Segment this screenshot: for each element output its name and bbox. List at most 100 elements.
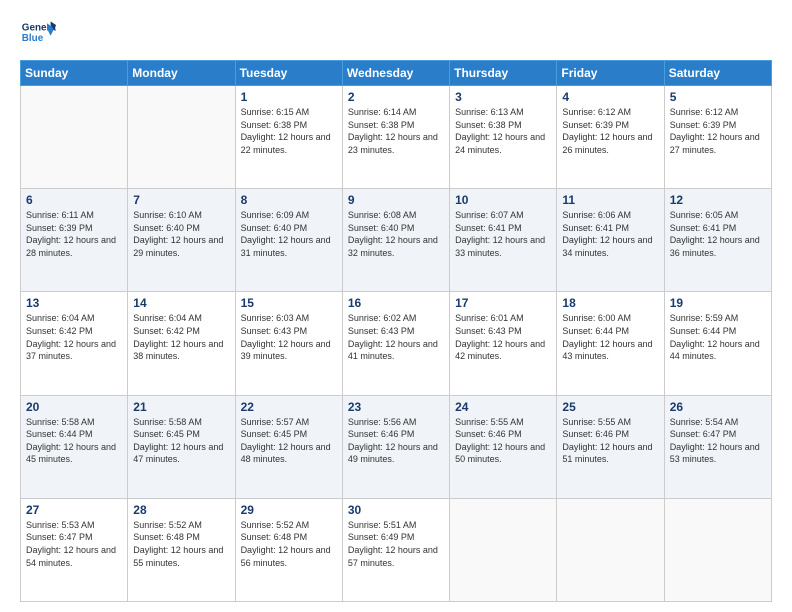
- day-info: Sunrise: 6:00 AM Sunset: 6:44 PM Dayligh…: [562, 312, 658, 362]
- svg-text:Blue: Blue: [22, 33, 44, 44]
- day-of-week-header: Monday: [128, 61, 235, 86]
- day-info: Sunrise: 5:54 AM Sunset: 6:47 PM Dayligh…: [670, 416, 766, 466]
- day-number: 21: [133, 400, 229, 414]
- day-number: 17: [455, 296, 551, 310]
- day-info: Sunrise: 5:58 AM Sunset: 6:45 PM Dayligh…: [133, 416, 229, 466]
- calendar-cell: 25 Sunrise: 5:55 AM Sunset: 6:46 PM Dayli…: [557, 395, 664, 498]
- calendar-cell: 3 Sunrise: 6:13 AM Sunset: 6:38 PM Daylig…: [450, 86, 557, 189]
- day-number: 20: [26, 400, 122, 414]
- day-info: Sunrise: 6:12 AM Sunset: 6:39 PM Dayligh…: [670, 106, 766, 156]
- day-info: Sunrise: 6:07 AM Sunset: 6:41 PM Dayligh…: [455, 209, 551, 259]
- day-of-week-header: Saturday: [664, 61, 771, 86]
- day-number: 14: [133, 296, 229, 310]
- calendar-cell: 11 Sunrise: 6:06 AM Sunset: 6:41 PM Dayli…: [557, 189, 664, 292]
- day-info: Sunrise: 6:11 AM Sunset: 6:39 PM Dayligh…: [26, 209, 122, 259]
- calendar-week-row: 13 Sunrise: 6:04 AM Sunset: 6:42 PM Dayli…: [21, 292, 772, 395]
- day-number: 6: [26, 193, 122, 207]
- calendar-cell: 21 Sunrise: 5:58 AM Sunset: 6:45 PM Dayli…: [128, 395, 235, 498]
- day-number: 24: [455, 400, 551, 414]
- calendar-cell: [450, 498, 557, 601]
- day-number: 2: [348, 90, 444, 104]
- day-of-week-header: Wednesday: [342, 61, 449, 86]
- day-info: Sunrise: 5:52 AM Sunset: 6:48 PM Dayligh…: [241, 519, 337, 569]
- day-info: Sunrise: 6:04 AM Sunset: 6:42 PM Dayligh…: [133, 312, 229, 362]
- day-info: Sunrise: 6:05 AM Sunset: 6:41 PM Dayligh…: [670, 209, 766, 259]
- page: General Blue SundayMondayTuesdayWednesda…: [0, 0, 792, 612]
- calendar-cell: 27 Sunrise: 5:53 AM Sunset: 6:47 PM Dayli…: [21, 498, 128, 601]
- day-number: 23: [348, 400, 444, 414]
- calendar-table: SundayMondayTuesdayWednesdayThursdayFrid…: [20, 60, 772, 602]
- calendar-cell: [128, 86, 235, 189]
- day-number: 26: [670, 400, 766, 414]
- day-number: 15: [241, 296, 337, 310]
- day-number: 13: [26, 296, 122, 310]
- logo: General Blue: [20, 16, 56, 52]
- calendar-cell: 29 Sunrise: 5:52 AM Sunset: 6:48 PM Dayli…: [235, 498, 342, 601]
- day-info: Sunrise: 6:08 AM Sunset: 6:40 PM Dayligh…: [348, 209, 444, 259]
- day-number: 9: [348, 193, 444, 207]
- day-info: Sunrise: 5:53 AM Sunset: 6:47 PM Dayligh…: [26, 519, 122, 569]
- calendar-cell: [664, 498, 771, 601]
- day-info: Sunrise: 5:56 AM Sunset: 6:46 PM Dayligh…: [348, 416, 444, 466]
- day-number: 5: [670, 90, 766, 104]
- day-number: 29: [241, 503, 337, 517]
- calendar-week-row: 6 Sunrise: 6:11 AM Sunset: 6:39 PM Daylig…: [21, 189, 772, 292]
- day-info: Sunrise: 5:57 AM Sunset: 6:45 PM Dayligh…: [241, 416, 337, 466]
- calendar-cell: 7 Sunrise: 6:10 AM Sunset: 6:40 PM Daylig…: [128, 189, 235, 292]
- logo-icon: General Blue: [20, 16, 56, 52]
- day-number: 27: [26, 503, 122, 517]
- calendar-week-row: 27 Sunrise: 5:53 AM Sunset: 6:47 PM Dayli…: [21, 498, 772, 601]
- calendar-cell: 13Sunrise: 6:04 AM Sunset: 6:42 PM Dayli…: [21, 292, 128, 395]
- day-number: 16: [348, 296, 444, 310]
- day-number: 11: [562, 193, 658, 207]
- calendar-cell: 1 Sunrise: 6:15 AM Sunset: 6:38 PM Daylig…: [235, 86, 342, 189]
- calendar-cell: 12 Sunrise: 6:05 AM Sunset: 6:41 PM Dayli…: [664, 189, 771, 292]
- day-number: 3: [455, 90, 551, 104]
- day-of-week-header: Tuesday: [235, 61, 342, 86]
- day-info: Sunrise: 6:01 AM Sunset: 6:43 PM Dayligh…: [455, 312, 551, 362]
- day-info: Sunrise: 6:13 AM Sunset: 6:38 PM Dayligh…: [455, 106, 551, 156]
- day-info: Sunrise: 6:06 AM Sunset: 6:41 PM Dayligh…: [562, 209, 658, 259]
- day-number: 4: [562, 90, 658, 104]
- day-number: 25: [562, 400, 658, 414]
- day-number: 28: [133, 503, 229, 517]
- day-info: Sunrise: 6:03 AM Sunset: 6:43 PM Dayligh…: [241, 312, 337, 362]
- day-of-week-header: Sunday: [21, 61, 128, 86]
- day-info: Sunrise: 6:15 AM Sunset: 6:38 PM Dayligh…: [241, 106, 337, 156]
- day-number: 8: [241, 193, 337, 207]
- day-info: Sunrise: 6:12 AM Sunset: 6:39 PM Dayligh…: [562, 106, 658, 156]
- day-info: Sunrise: 5:51 AM Sunset: 6:49 PM Dayligh…: [348, 519, 444, 569]
- day-number: 18: [562, 296, 658, 310]
- calendar-cell: 23 Sunrise: 5:56 AM Sunset: 6:46 PM Dayli…: [342, 395, 449, 498]
- day-number: 30: [348, 503, 444, 517]
- day-of-week-header: Friday: [557, 61, 664, 86]
- day-info: Sunrise: 6:14 AM Sunset: 6:38 PM Dayligh…: [348, 106, 444, 156]
- calendar-cell: 5 Sunrise: 6:12 AM Sunset: 6:39 PM Daylig…: [664, 86, 771, 189]
- day-info: Sunrise: 6:10 AM Sunset: 6:40 PM Dayligh…: [133, 209, 229, 259]
- day-number: 1: [241, 90, 337, 104]
- day-number: 10: [455, 193, 551, 207]
- header: General Blue: [20, 16, 772, 52]
- day-info: Sunrise: 6:02 AM Sunset: 6:43 PM Dayligh…: [348, 312, 444, 362]
- calendar-cell: 9 Sunrise: 6:08 AM Sunset: 6:40 PM Daylig…: [342, 189, 449, 292]
- day-info: Sunrise: 5:55 AM Sunset: 6:46 PM Dayligh…: [562, 416, 658, 466]
- day-info: Sunrise: 6:09 AM Sunset: 6:40 PM Dayligh…: [241, 209, 337, 259]
- day-info: Sunrise: 5:58 AM Sunset: 6:44 PM Dayligh…: [26, 416, 122, 466]
- calendar-cell: 26 Sunrise: 5:54 AM Sunset: 6:47 PM Dayli…: [664, 395, 771, 498]
- day-number: 19: [670, 296, 766, 310]
- calendar-cell: 18 Sunrise: 6:00 AM Sunset: 6:44 PM Dayli…: [557, 292, 664, 395]
- day-number: 7: [133, 193, 229, 207]
- calendar-cell: 8 Sunrise: 6:09 AM Sunset: 6:40 PM Daylig…: [235, 189, 342, 292]
- day-number: 12: [670, 193, 766, 207]
- calendar-cell: [21, 86, 128, 189]
- calendar-cell: 4 Sunrise: 6:12 AM Sunset: 6:39 PM Daylig…: [557, 86, 664, 189]
- calendar-cell: 16 Sunrise: 6:02 AM Sunset: 6:43 PM Dayli…: [342, 292, 449, 395]
- calendar-cell: 19 Sunrise: 5:59 AM Sunset: 6:44 PM Dayli…: [664, 292, 771, 395]
- day-info: Sunrise: 5:59 AM Sunset: 6:44 PM Dayligh…: [670, 312, 766, 362]
- calendar-header-row: SundayMondayTuesdayWednesdayThursdayFrid…: [21, 61, 772, 86]
- calendar-cell: 6 Sunrise: 6:11 AM Sunset: 6:39 PM Daylig…: [21, 189, 128, 292]
- calendar-week-row: 20 Sunrise: 5:58 AM Sunset: 6:44 PM Dayli…: [21, 395, 772, 498]
- calendar-cell: 10 Sunrise: 6:07 AM Sunset: 6:41 PM Dayli…: [450, 189, 557, 292]
- calendar-cell: [557, 498, 664, 601]
- day-info: Sunrise: 5:55 AM Sunset: 6:46 PM Dayligh…: [455, 416, 551, 466]
